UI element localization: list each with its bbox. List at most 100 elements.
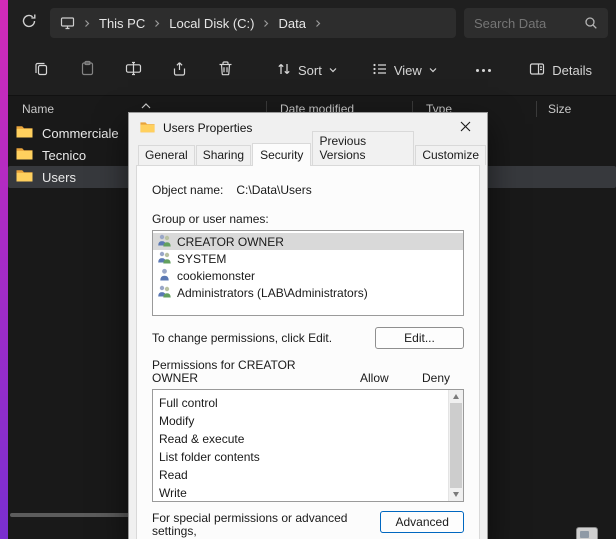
tab-general[interactable]: General [138,145,195,165]
sort-button[interactable]: Sort [266,55,348,86]
scroll-up-icon[interactable] [453,394,459,399]
principal-row[interactable]: Administrators (LAB\Administrators) [153,284,463,301]
column-header-size[interactable]: Size [548,102,571,116]
refresh-button[interactable] [14,8,44,38]
edit-hint: To change permissions, click Edit. [152,327,332,345]
file-name: Tecnico [42,148,86,163]
file-name: Commerciale [42,126,119,141]
share-icon [171,60,188,82]
command-bar: Sort View [8,46,616,96]
refresh-icon [21,13,37,34]
advanced-hint: For special permissions or advanced sett… [152,511,380,539]
scroll-down-icon[interactable] [453,492,459,497]
group-icon [157,285,172,301]
principal-row-selected[interactable]: CREATOR OWNER [153,233,463,250]
close-button[interactable] [451,116,479,140]
allow-column-label: Allow [360,371,422,385]
group-icon [157,234,172,250]
permissions-for-label: Permissions for CREATOR OWNER [152,359,360,385]
chevron-right-icon[interactable] [83,19,91,28]
edit-button[interactable]: Edit... [375,327,464,349]
more-options-button[interactable] [470,61,497,80]
principal-name: Administrators (LAB\Administrators) [177,286,368,300]
permission-row[interactable]: Full control [159,394,443,412]
file-name: Users [42,170,76,185]
chevron-down-icon [428,63,438,78]
edit-row: To change permissions, click Edit. Edit.… [152,327,464,349]
permission-row[interactable]: Modify [159,412,443,430]
chevron-down-icon [328,63,338,78]
column-divider[interactable] [536,101,537,117]
vertical-scrollbar[interactable] [448,390,463,501]
paste-icon [79,60,96,82]
close-icon [460,121,471,135]
folder-icon [16,169,33,185]
group-user-list[interactable]: CREATOR OWNER SYSTEM cookiemonster [152,230,464,316]
group-or-user-names-label: Group or user names: [152,212,464,226]
address-bar: This PC Local Disk (C:) Data [8,0,616,46]
advanced-row: For special permissions or advanced sett… [152,511,464,539]
principal-row[interactable]: SYSTEM [153,250,463,267]
chevron-right-icon[interactable] [153,19,161,28]
permission-row[interactable]: Write [159,484,443,502]
group-icon [157,251,172,267]
security-tab-page: Object name: C:\Data\Users Group or user… [136,165,480,539]
chevron-right-icon[interactable] [314,19,322,28]
principal-row[interactable]: cookiemonster [153,267,463,284]
breadcrumb-local-disk-c[interactable]: Local Disk (C:) [169,16,254,31]
delete-button[interactable] [206,53,244,89]
principal-name: SYSTEM [177,252,226,266]
corner-overlay-icon [576,527,598,539]
trash-icon [217,60,234,82]
folder-icon [16,125,33,141]
object-name-row: Object name: C:\Data\Users [152,183,464,197]
sort-icon [276,61,292,80]
principal-name: cookiemonster [177,269,255,283]
tab-sharing[interactable]: Sharing [196,145,251,165]
sort-label: Sort [298,63,322,78]
permission-row[interactable]: Read & execute [159,430,443,448]
properties-dialog: Users Properties General Sharing Securit… [128,112,488,539]
view-icon [372,61,388,80]
permission-row[interactable]: Read [159,466,443,484]
tab-strip: General Sharing Security Previous Versio… [129,143,487,165]
details-label: Details [552,63,592,78]
details-button[interactable]: Details [519,55,602,86]
breadcrumb-this-pc[interactable]: This PC [99,16,145,31]
tab-previous-versions[interactable]: Previous Versions [312,131,414,165]
chevron-right-icon[interactable] [262,19,270,28]
rename-button[interactable] [114,53,152,89]
principal-name: CREATOR OWNER [177,235,284,249]
window-accent-strip [0,0,8,539]
search-box [464,8,608,38]
permissions-for-line1: Permissions for CREATOR [152,358,296,372]
permissions-for-line2: OWNER [152,371,198,385]
permissions-header: Permissions for CREATOR OWNER Allow Deny [152,359,464,385]
tab-security[interactable]: Security [252,143,311,166]
scrollbar-thumb[interactable] [450,403,462,488]
this-pc-icon [60,16,75,30]
copy-button[interactable] [22,53,60,89]
paste-button[interactable] [68,53,106,89]
column-header-name[interactable]: Name [22,102,54,116]
view-button[interactable]: View [362,55,448,86]
search-input[interactable] [474,16,584,31]
object-name-label: Object name: [152,183,223,197]
advanced-hint-line1: For special permissions or advanced sett… [152,511,347,538]
permission-row[interactable]: List folder contents [159,448,443,466]
breadcrumb: This PC Local Disk (C:) Data [50,8,456,38]
tab-customize[interactable]: Customize [415,145,486,165]
copy-icon [33,60,50,82]
rename-icon [125,60,142,82]
permissions-list[interactable]: Full control Modify Read & execute List … [152,389,464,502]
advanced-button[interactable]: Advanced [380,511,464,533]
search-icon [584,16,598,30]
dialog-title: Users Properties [163,121,252,135]
sort-ascending-icon [141,98,151,112]
share-button[interactable] [160,53,198,89]
object-name-value: C:\Data\Users [236,183,311,197]
breadcrumb-data[interactable]: Data [278,16,305,31]
view-label: View [394,63,422,78]
deny-column-label: Deny [422,371,464,385]
dialog-title-bar: Users Properties [129,113,487,143]
